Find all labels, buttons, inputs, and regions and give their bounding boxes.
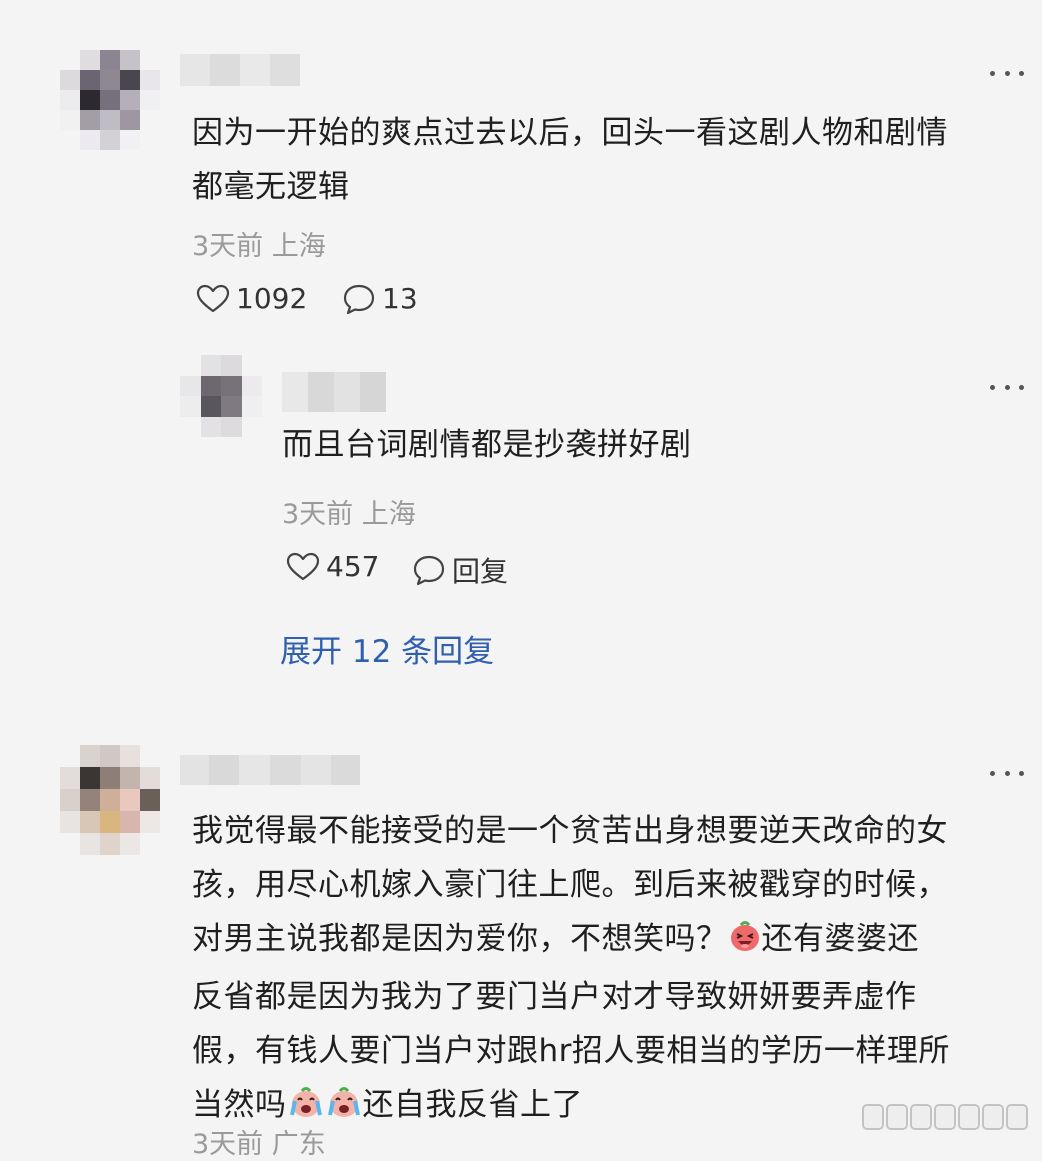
- comment-text: 我觉得最不能接受的是一个贫苦出身想要逆天改命的女 孩，用尽心机嫁入豪门往上爬。到…: [192, 804, 1037, 1136]
- avatar[interactable]: [180, 355, 262, 437]
- laughing-emoji-icon: [728, 916, 762, 970]
- reply-count: 13: [382, 282, 418, 315]
- more-dots-icon[interactable]: [990, 66, 1024, 80]
- heart-outline-icon: [286, 552, 320, 580]
- username-blurred[interactable]: [180, 54, 300, 86]
- reply-label: 回复: [452, 555, 509, 588]
- like-button[interactable]: 1092: [196, 282, 307, 315]
- reply-button[interactable]: 回复: [412, 550, 508, 590]
- like-count: 1092: [236, 282, 308, 315]
- expand-replies-link[interactable]: 展开 12 条回复: [280, 626, 494, 671]
- comment-meta: 3天前 广东: [192, 1129, 326, 1160]
- like-button[interactable]: 457: [286, 550, 379, 583]
- more-dots-icon[interactable]: [990, 766, 1024, 780]
- heart-outline-icon: [196, 284, 230, 312]
- comment-bubble-icon: [343, 284, 375, 314]
- reply-text: 而且台词剧情都是抄袭拼好剧: [282, 427, 692, 463]
- username-blurred[interactable]: [180, 755, 360, 785]
- avatar[interactable]: [60, 50, 160, 150]
- like-count: 457: [326, 550, 380, 583]
- comment-button[interactable]: 13: [342, 282, 418, 315]
- comment-meta: 3天前 上海: [192, 231, 326, 262]
- comment-text: 因为一开始的爽点过去以后，回头一看这剧人物和剧情 都毫无逻辑: [192, 115, 948, 205]
- avatar[interactable]: [60, 745, 160, 855]
- reply-meta: 3天前 上海: [282, 499, 416, 530]
- username-blurred[interactable]: [282, 372, 386, 412]
- more-dots-icon[interactable]: [990, 380, 1024, 394]
- watermark-logo: [862, 1104, 1028, 1130]
- crying-emoji-icon: [325, 1082, 363, 1136]
- comment-bubble-icon: [413, 555, 445, 586]
